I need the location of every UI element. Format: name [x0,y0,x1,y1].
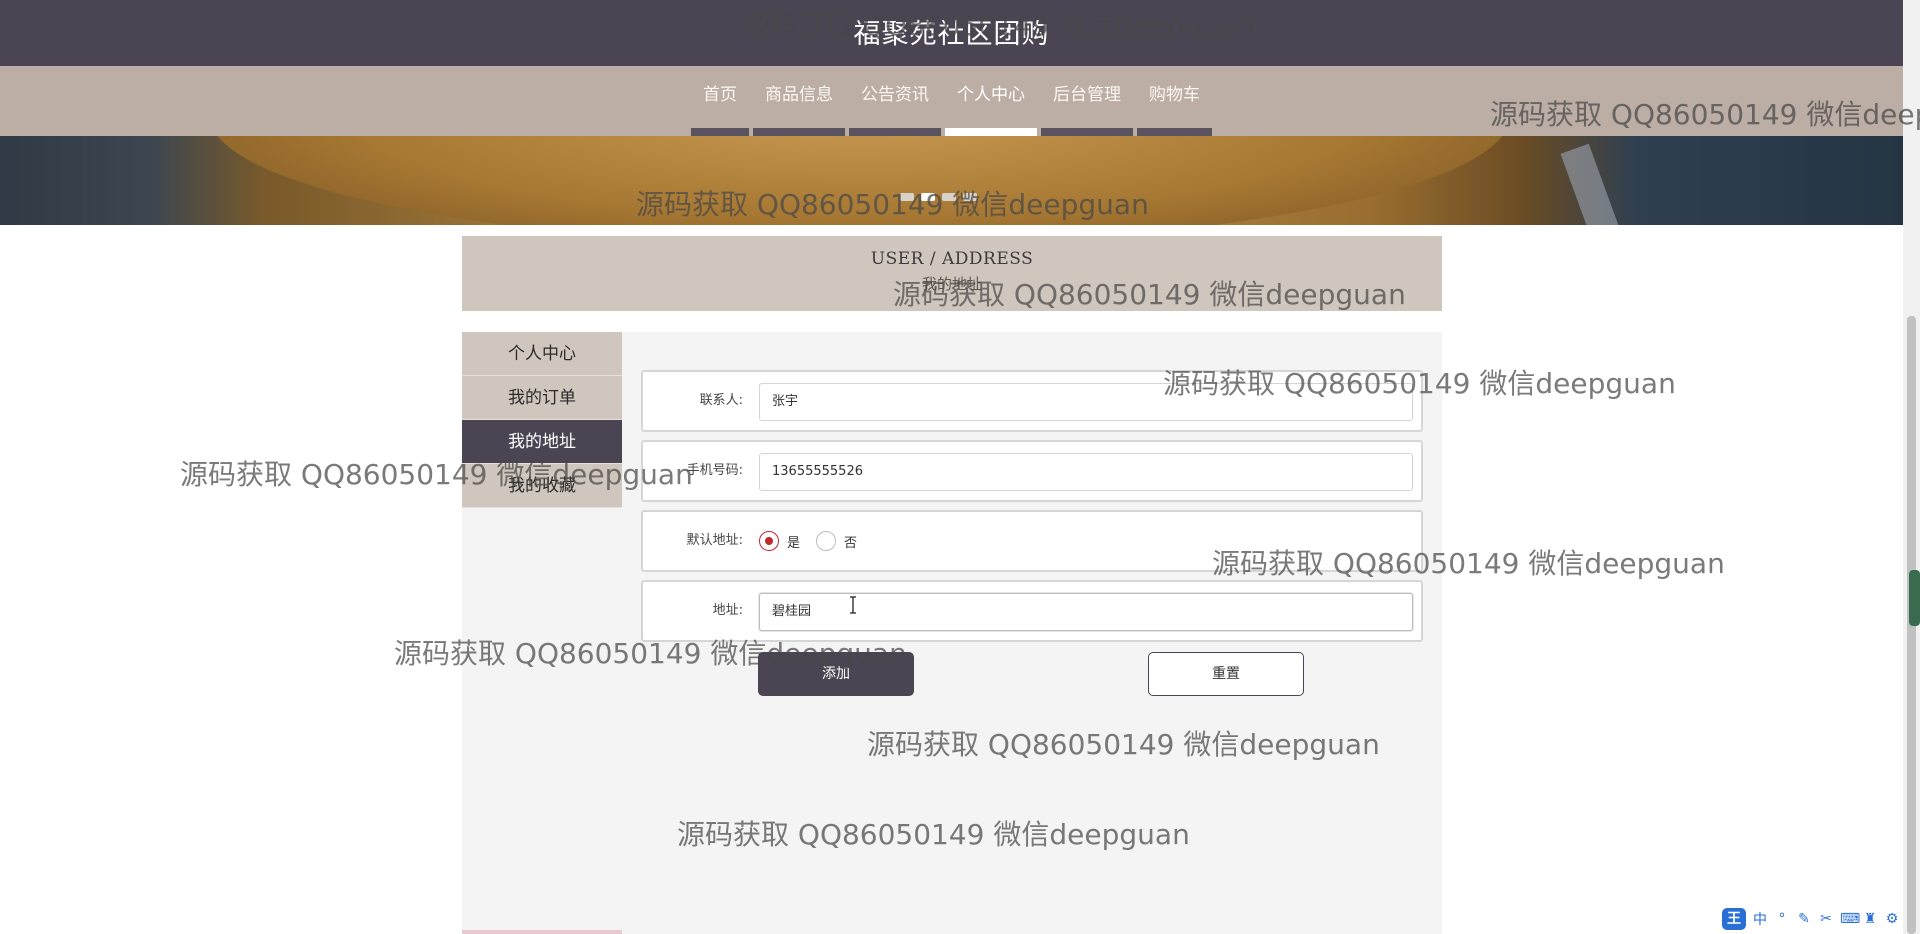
nav-products[interactable]: 商品信息 [751,66,847,136]
nav-news[interactable]: 公告资讯 [847,66,943,136]
carousel-dot[interactable] [921,193,935,201]
user-sidebar: 个人中心 我的订单 我的地址 我的收藏 [462,332,622,508]
contact-label: 联系人: [699,393,743,408]
phone-input[interactable]: 13655555526 [759,453,1413,491]
ime-logo-icon[interactable]: 王 [1722,908,1746,930]
address-label: 地址: [712,603,743,618]
carousel-indicators [900,193,977,201]
reset-button[interactable]: 重置 [1148,652,1304,696]
contact-input[interactable]: 张宇 [759,383,1413,421]
banner-food-image [210,136,1510,225]
radio-no[interactable]: 否 [816,531,857,551]
main-content: 个人中心 我的订单 我的地址 我的收藏 联系人: 张宇 手机号码: 136555… [462,332,1442,934]
shirt-icon[interactable]: ♜ [1862,911,1878,927]
nav-home[interactable]: 首页 [689,66,751,136]
default-address-label: 默认地址: [686,533,743,548]
side-drag-handle[interactable] [1909,570,1920,626]
nav-admin[interactable]: 后台管理 [1039,66,1135,136]
site-title: 福聚苑社区团购 [853,19,1050,50]
ime-toolbar: 王 中 ° ✎ ✂ ⌨ ♜ ⚙ [1722,908,1900,930]
form-actions: 添加 重置 [641,652,1423,702]
breadcrumb-subtitle: 我的地址 [921,275,982,293]
address-form: 联系人: 张宇 手机号码: 13655555526 默认地址: 是 否 地址: … [641,370,1423,702]
radio-unchecked-icon [816,531,837,551]
nav-cart[interactable]: 购物车 [1135,66,1214,136]
breadcrumb: USER / ADDRESS 我的地址 [462,236,1442,311]
keyboard-icon[interactable]: ⌨ [1840,911,1860,927]
banner-utensil [1560,143,1620,225]
radio-no-label: 否 [844,535,858,551]
sidebar-item-user-center[interactable]: 个人中心 [462,332,622,376]
carousel-dot[interactable] [900,193,914,201]
sidebar-item-orders[interactable]: 我的订单 [462,376,622,420]
radio-yes-label: 是 [787,535,801,551]
banner-carousel [0,136,1903,225]
phone-label: 手机号码: [686,463,743,478]
nav-user-center[interactable]: 个人中心 [943,66,1039,136]
carousel-dot[interactable] [963,193,977,201]
default-address-radios: 是 否 [759,512,857,570]
sidebar-item-address[interactable]: 我的地址 [462,420,622,464]
sidebar-footer-strip [462,930,622,934]
scissors-icon[interactable]: ✂ [1818,911,1834,927]
main-nav: 首页 商品信息 公告资讯 个人中心 后台管理 购物车 [0,66,1903,136]
form-row-phone: 手机号码: 13655555526 [641,440,1423,502]
form-row-address: 地址: 碧桂园 [641,580,1423,642]
add-button[interactable]: 添加 [758,652,914,696]
form-row-contact: 联系人: 张宇 [641,370,1423,432]
form-row-default: 默认地址: 是 否 [641,510,1423,572]
gear-icon[interactable]: ⚙ [1884,911,1900,927]
pen-icon[interactable]: ✎ [1796,911,1812,927]
carousel-dot[interactable] [942,193,956,201]
page-scrollbar[interactable] [1903,0,1920,934]
radio-checked-icon [759,531,779,551]
text-cursor-icon [850,596,856,614]
breadcrumb-title: USER / ADDRESS [870,249,1034,269]
radio-yes[interactable]: 是 [759,531,800,551]
sidebar-item-favorites[interactable]: 我的收藏 [462,464,622,508]
ime-mode-toggle[interactable]: 中 [1752,909,1768,929]
punctuation-icon[interactable]: ° [1774,911,1790,927]
top-header: 福聚苑社区团购 [0,0,1903,66]
